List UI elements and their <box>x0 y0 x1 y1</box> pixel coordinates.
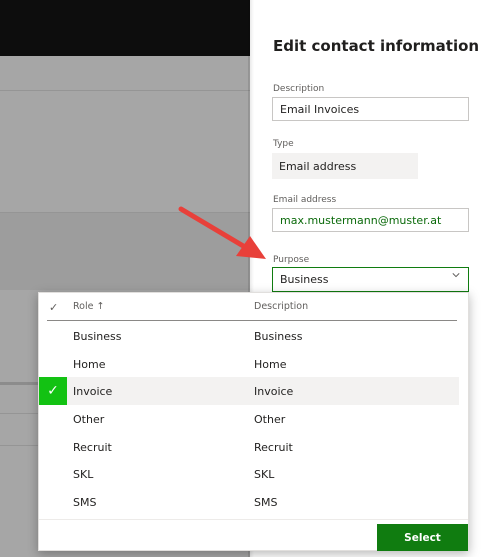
description-label: Description <box>273 84 325 94</box>
description-input[interactable]: Email Invoices <box>272 97 469 121</box>
list-row[interactable]: Business Business <box>39 322 459 350</box>
background-band <box>0 212 250 290</box>
list-row-selected[interactable]: ✓ Invoice Invoice <box>39 377 459 405</box>
row-role: Other <box>73 413 105 426</box>
background-app-header <box>0 0 250 56</box>
checkmark-icon[interactable]: ✓ <box>49 301 58 314</box>
purpose-label: Purpose <box>273 255 310 265</box>
row-description: SKL <box>254 468 275 481</box>
select-button[interactable]: Select <box>377 524 468 551</box>
row-role: SMS <box>73 496 97 509</box>
purpose-dropdown-list: ✓ Role ↑ Description Business Business H… <box>38 292 469 551</box>
type-label: Type <box>273 139 294 149</box>
row-description: Other <box>254 413 286 426</box>
row-role: SKL <box>73 468 94 481</box>
row-role: Recruit <box>73 441 112 454</box>
checkmark-icon: ✓ <box>39 377 67 405</box>
background-divider <box>0 90 250 91</box>
email-input[interactable]: max.mustermann@muster.at <box>272 208 469 232</box>
email-label: Email address <box>273 195 337 205</box>
column-header-description[interactable]: Description <box>254 301 308 312</box>
row-description: Invoice <box>254 385 294 398</box>
row-description: Home <box>254 358 287 371</box>
row-description: Recruit <box>254 441 293 454</box>
purpose-select[interactable]: Business <box>272 267 469 292</box>
row-role: Invoice <box>73 385 113 398</box>
list-row[interactable]: Other Other <box>39 405 459 433</box>
column-header-role[interactable]: Role ↑ <box>73 301 104 312</box>
purpose-selected-value: Business <box>280 273 329 286</box>
list-row[interactable]: SMS SMS <box>39 488 459 516</box>
list-row[interactable]: SKL SKL <box>39 460 459 488</box>
list-row[interactable]: Home Home <box>39 350 459 378</box>
type-field: Email address <box>272 153 418 179</box>
background-divider <box>0 212 250 213</box>
list-header: ✓ Role ↑ Description <box>39 293 470 321</box>
row-description: SMS <box>254 496 278 509</box>
header-divider <box>47 320 457 321</box>
row-role: Business <box>73 330 122 343</box>
row-description: Business <box>254 330 303 343</box>
list-row[interactable]: Recruit Recruit <box>39 433 459 461</box>
row-role: Home <box>73 358 106 371</box>
panel-title: Edit contact information <box>273 37 480 55</box>
chevron-down-icon <box>452 273 460 278</box>
footer-divider <box>39 519 468 520</box>
